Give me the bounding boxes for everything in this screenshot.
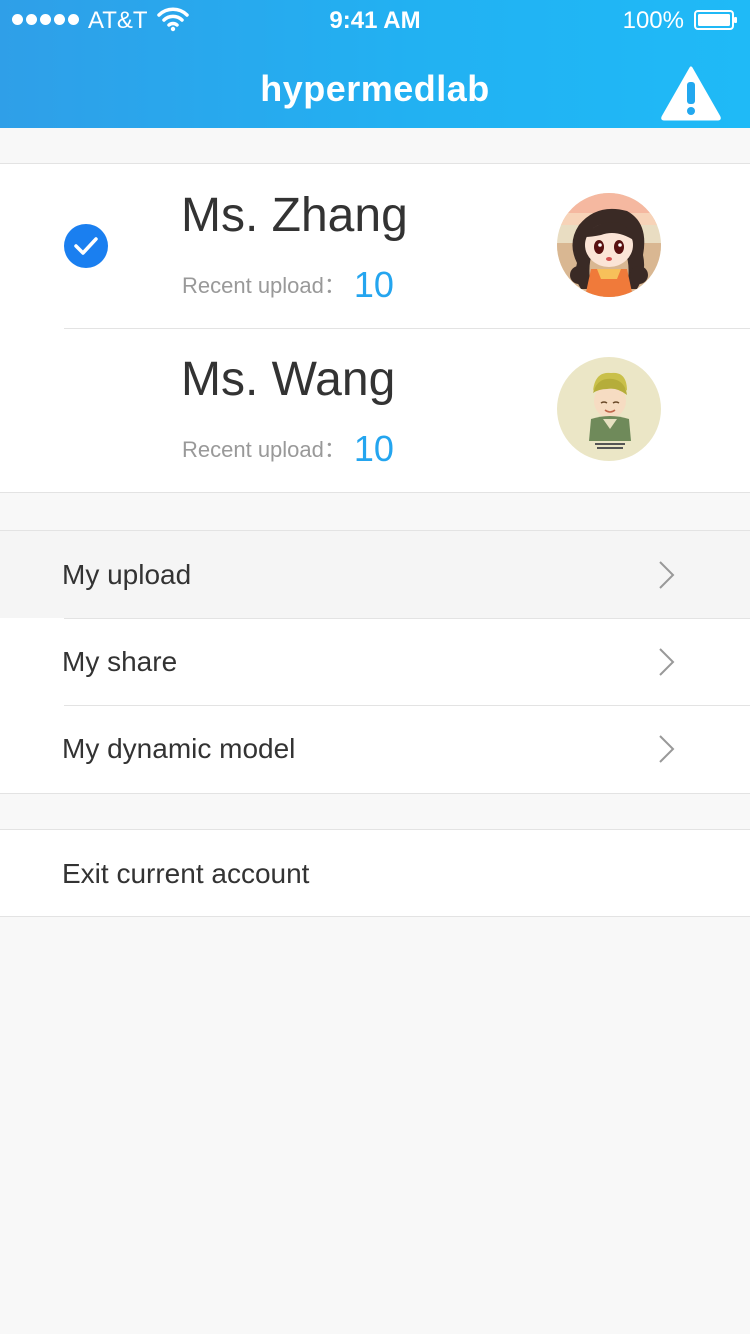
account-row-zhang[interactable]: Ms. Zhang Recent upload： 10 bbox=[0, 164, 750, 328]
recent-upload-count: 10 bbox=[353, 428, 394, 469]
avatar bbox=[557, 193, 661, 297]
menu-item-my-upload[interactable]: My upload bbox=[0, 531, 750, 618]
exit-account-label: Exit current account bbox=[62, 858, 310, 889]
battery-percent: 100% bbox=[622, 7, 684, 34]
exit-section: Exit current account bbox=[0, 829, 750, 917]
avatar bbox=[557, 357, 661, 461]
recent-upload-label: Recent upload： bbox=[182, 273, 346, 298]
menu-item-label: My dynamic model bbox=[62, 733, 296, 764]
chevron-right-icon bbox=[659, 561, 675, 589]
account-upload-meta: Recent upload： 10 bbox=[182, 428, 394, 470]
page-title: hypermedlab bbox=[260, 68, 490, 109]
account-row-wang[interactable]: Ms. Wang Recent upload： 10 bbox=[0, 328, 750, 492]
account-name: Ms. Zhang bbox=[181, 189, 408, 242]
selected-check-icon bbox=[64, 224, 108, 268]
menu-item-label: My share bbox=[62, 646, 178, 677]
account-name: Ms. Wang bbox=[181, 353, 396, 406]
account-upload-meta: Recent upload： 10 bbox=[182, 264, 394, 306]
status-bar: AT&T 9:41 AM 100% bbox=[0, 0, 750, 40]
exit-account-button[interactable]: Exit current account bbox=[0, 830, 750, 916]
chevron-right-icon bbox=[659, 648, 675, 676]
menu-item-label: My upload bbox=[62, 559, 192, 590]
menu-list: My upload My share My dynamic model bbox=[0, 530, 750, 794]
nav-header: AT&T 9:41 AM 100% hypermedlab bbox=[0, 0, 750, 128]
menu-item-my-share[interactable]: My share bbox=[0, 618, 750, 705]
menu-item-my-dynamic-model[interactable]: My dynamic model bbox=[0, 705, 750, 792]
account-list: Ms. Zhang Recent upload： 10 Ms. Wang Rece… bbox=[0, 163, 750, 493]
warning-icon[interactable] bbox=[660, 65, 722, 121]
battery-icon bbox=[694, 10, 737, 30]
recent-upload-label: Recent upload： bbox=[182, 437, 346, 462]
chevron-right-icon bbox=[659, 735, 675, 763]
recent-upload-count: 10 bbox=[353, 264, 394, 305]
